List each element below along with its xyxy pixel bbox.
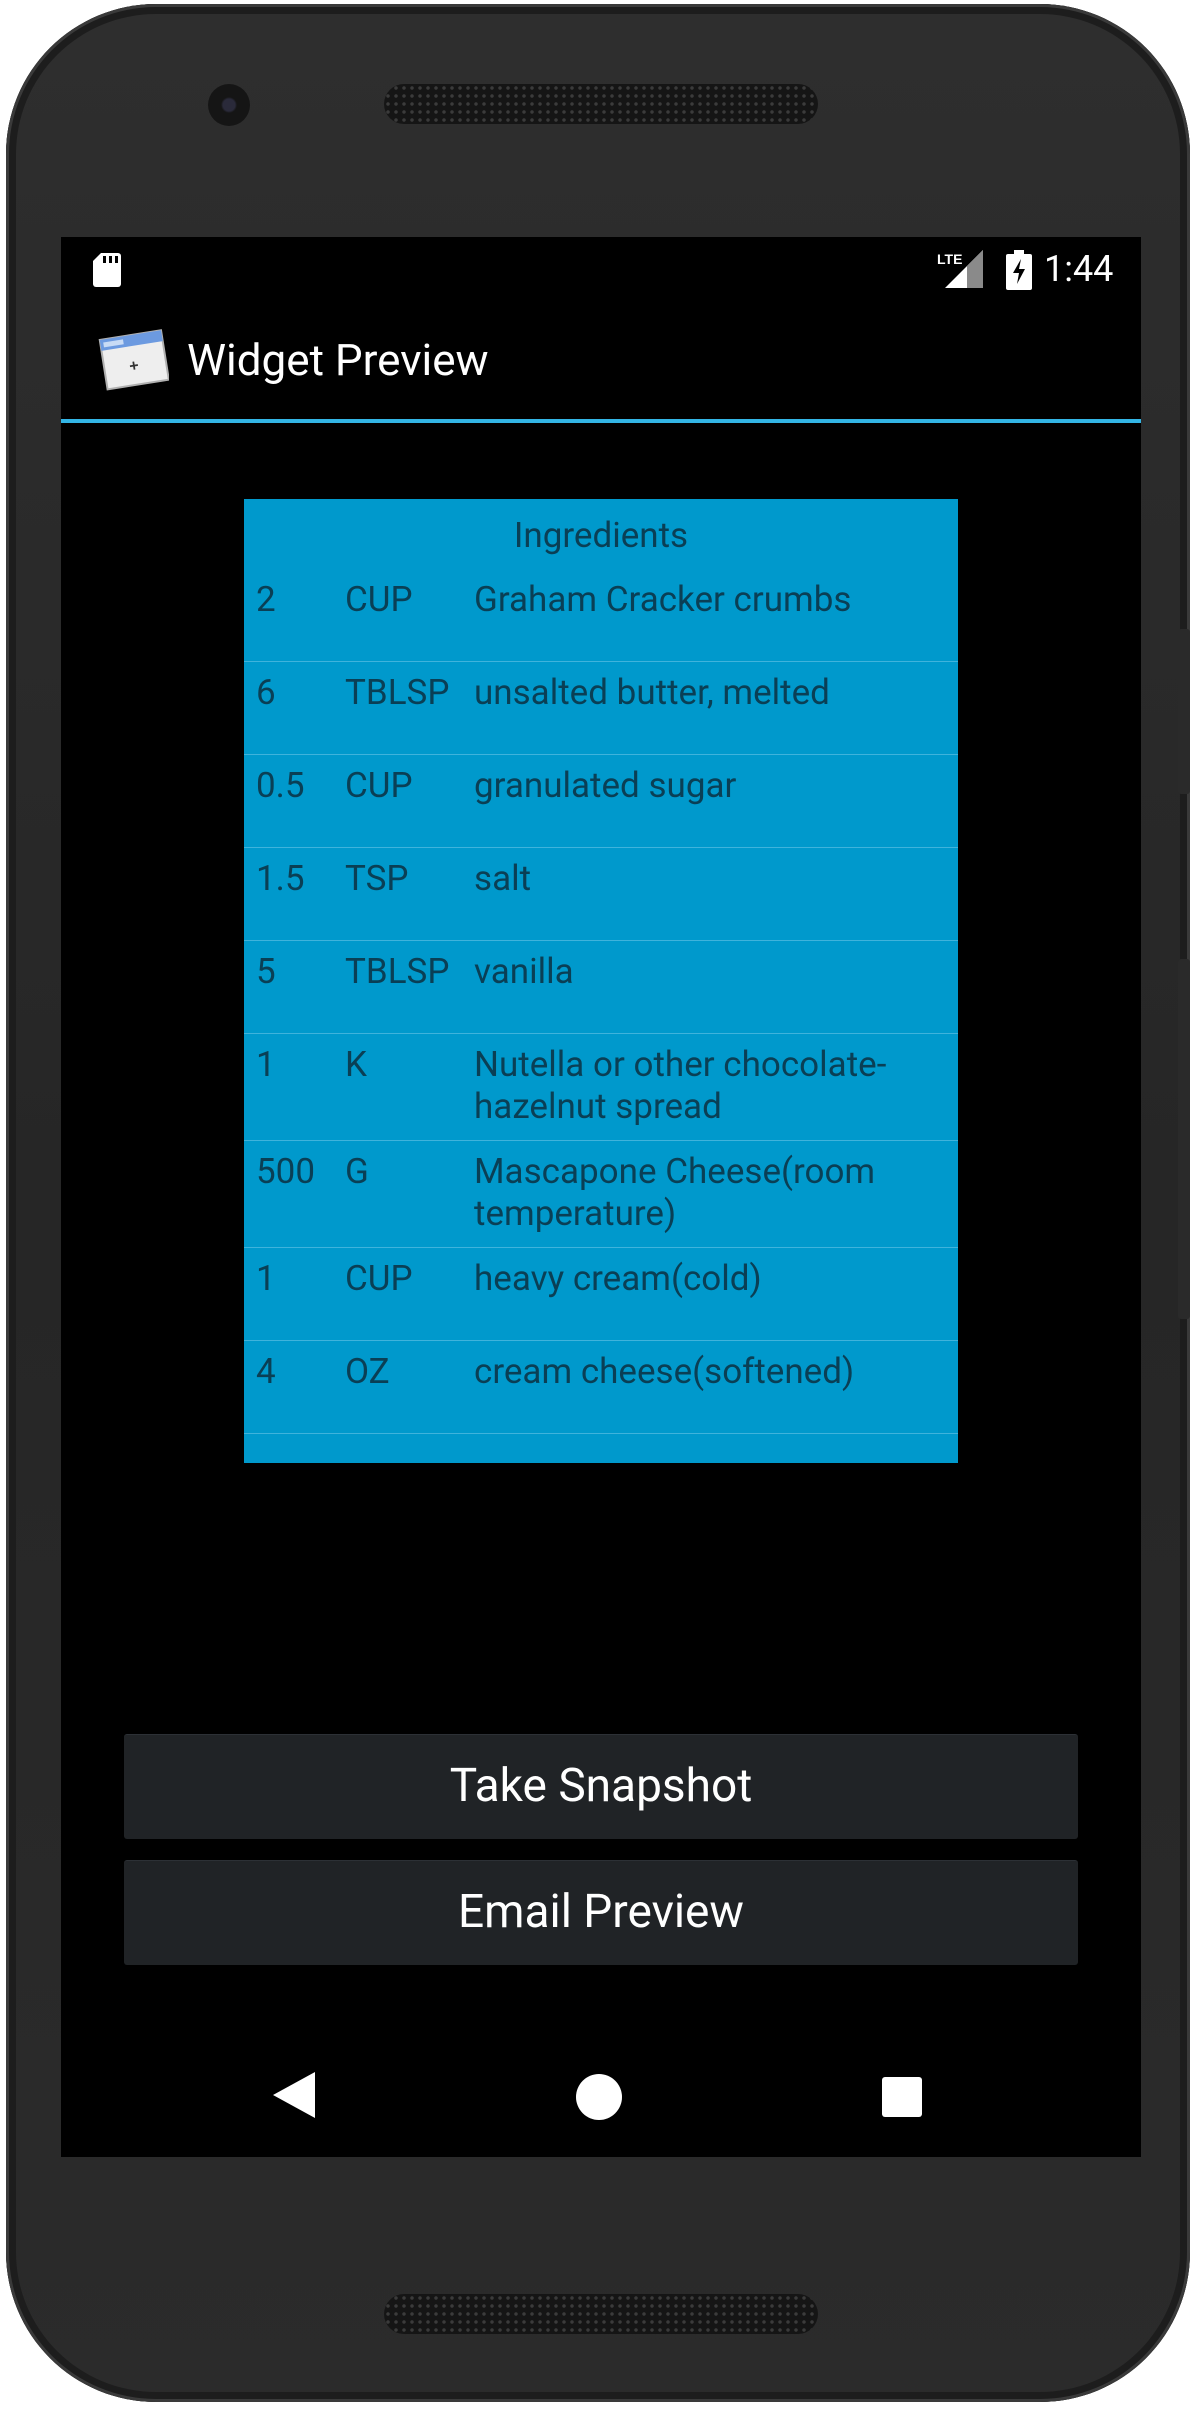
ingredient-name: cream cheese(softened)	[474, 1351, 855, 1392]
ingredient-quantity: 2	[256, 579, 276, 620]
ingredients-widget: Ingredients 2 CUP Graham Cracker crumbs …	[244, 499, 958, 1463]
ingredient-unit: CUP	[345, 765, 413, 806]
widget-title: Ingredients	[513, 515, 689, 556]
action-bar: + Widget Preview	[61, 299, 1141, 423]
ingredient-row: 1 K Nutella or other chocolate-hazelnut …	[244, 1034, 958, 1141]
top-speaker	[384, 84, 818, 124]
navigation-bar	[61, 2037, 1141, 2157]
ingredient-unit: TBLSP	[345, 951, 450, 992]
ingredient-name: Nutella or other chocolate-hazelnut spre…	[474, 1044, 887, 1127]
ingredient-quantity: 6	[256, 672, 276, 713]
sd-card-icon	[93, 253, 121, 287]
ingredient-quantity: 4	[256, 1351, 276, 1392]
email-preview-button[interactable]: Email Preview	[124, 1860, 1078, 1965]
home-icon[interactable]	[576, 2074, 622, 2120]
ingredient-unit: OZ	[345, 1351, 390, 1392]
lte-label: LTE	[937, 251, 962, 267]
ingredient-unit: CUP	[345, 579, 413, 620]
ingredient-unit: K	[345, 1044, 367, 1085]
ingredient-quantity: 5	[256, 951, 276, 992]
battery-charging-icon	[1006, 250, 1032, 290]
ingredient-quantity: 1.5	[256, 858, 305, 899]
ingredient-unit: CUP	[345, 1258, 413, 1299]
ingredient-row: 0.5 CUP granulated sugar	[244, 755, 958, 848]
status-clock: 1:44	[1044, 248, 1114, 290]
ingredient-name: heavy cream(cold)	[474, 1258, 762, 1299]
app-launcher-icon: +	[98, 329, 169, 391]
screen: LTE 1:44 + Widget Preview Ingredients 2 …	[61, 237, 1141, 2157]
front-camera	[208, 84, 250, 126]
ingredient-name: salt	[474, 858, 532, 899]
ingredient-name: granulated sugar	[474, 765, 737, 806]
ingredient-row: 1.5 TSP salt	[244, 848, 958, 941]
ingredient-row: 6 TBLSP unsalted butter, melted	[244, 662, 958, 755]
ingredient-quantity: 1	[256, 1258, 276, 1299]
ingredient-quantity: 500	[256, 1151, 316, 1192]
app-title: Widget Preview	[187, 334, 489, 386]
ingredient-row: 5 TBLSP vanilla	[244, 941, 958, 1034]
take-snapshot-button[interactable]: Take Snapshot	[124, 1734, 1078, 1839]
ingredient-row: 500 G Mascapone Cheese(room temperature)	[244, 1141, 958, 1248]
ingredient-quantity: 0.5	[256, 765, 305, 806]
phone-frame: LTE 1:44 + Widget Preview Ingredients 2 …	[6, 4, 1190, 2402]
ingredient-row: 1 CUP heavy cream(cold)	[244, 1248, 958, 1341]
ingredient-name: Graham Cracker crumbs	[474, 579, 852, 620]
bottom-speaker	[384, 2294, 818, 2334]
ingredient-name: vanilla	[474, 951, 574, 992]
ingredient-list[interactable]: 2 CUP Graham Cracker crumbs 6 TBLSP unsa…	[244, 569, 958, 1434]
ingredient-name: Mascapone Cheese(room temperature)	[474, 1151, 876, 1234]
back-icon[interactable]	[273, 2072, 315, 2118]
ingredient-unit: TBLSP	[345, 672, 450, 713]
ingredient-unit: G	[345, 1151, 369, 1192]
recent-apps-icon[interactable]	[882, 2077, 922, 2117]
ingredient-name: unsalted butter, melted	[474, 672, 830, 713]
ingredient-unit: TSP	[345, 858, 409, 899]
ingredient-row: 4 OZ cream cheese(softened)	[244, 1341, 958, 1434]
lte-signal-icon: LTE	[937, 250, 983, 288]
status-bar: LTE 1:44	[61, 237, 1141, 300]
volume-button	[1178, 959, 1190, 1319]
ingredient-row: 2 CUP Graham Cracker crumbs	[244, 569, 958, 662]
power-button	[1178, 629, 1190, 794]
ingredient-quantity: 1	[256, 1044, 276, 1085]
